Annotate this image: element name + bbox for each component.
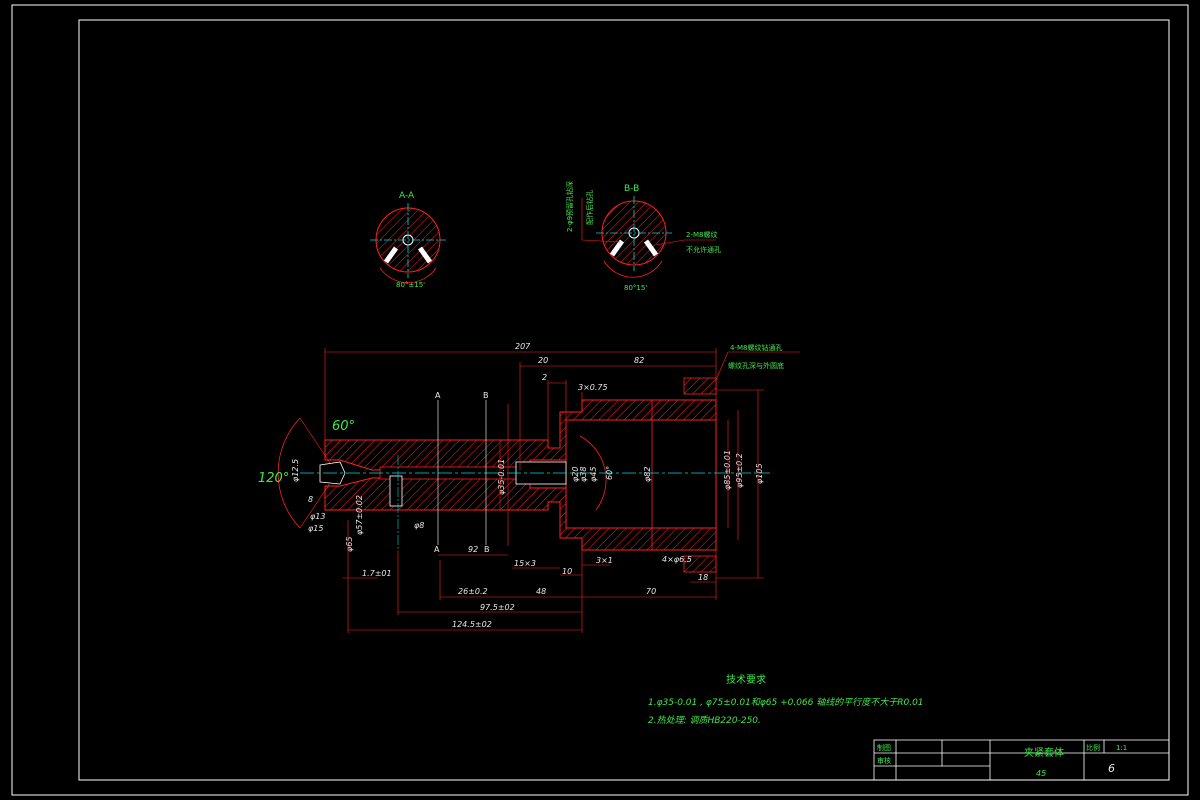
tech-line-2: 2.热处理: 调质HB220-250. <box>648 715 761 726</box>
tb-checked: 审核 <box>877 756 891 765</box>
dim-18: 18 <box>698 573 708 582</box>
bb-note-right-2: 不允许通孔 <box>686 245 721 254</box>
section-aa-angle: 80°±15' <box>396 281 425 289</box>
bb-note-left-1: 2-φ9预留孔钻深 <box>565 181 574 232</box>
dim-26: 26±0.2 <box>458 587 488 596</box>
dim-2: 2 <box>542 373 547 382</box>
tb-scale-label: 比例 <box>1086 743 1100 752</box>
dim-92: 92 <box>468 545 478 554</box>
dia-105: φ105 <box>755 463 764 484</box>
tb-scale-value: 1:1 <box>1116 744 1127 752</box>
section-view-bb: B-B 80°15' 2-φ9预留孔钻深 配作后钻孔 2-M8螺纹 不允许通孔 <box>565 181 721 292</box>
tb-sheet: 6 <box>1108 762 1115 775</box>
dim-82: 82 <box>634 356 644 365</box>
thread-note-2: 螺纹孔深与外圆底 <box>728 361 784 370</box>
tb-material: 45 <box>1036 769 1046 778</box>
dim-15x3: 15×3 <box>514 559 536 568</box>
dim-17: 1.7±01 <box>362 569 392 578</box>
dia-65: φ65 <box>345 537 354 552</box>
dim-3x1: 3×1 <box>596 556 613 565</box>
dia-15: φ15 <box>308 524 323 533</box>
section-bb-label: B-B <box>624 184 639 194</box>
dia-57: φ57±0.02 <box>355 495 364 535</box>
cut-b-top: B <box>483 391 489 400</box>
dim-975: 97.5±02 <box>480 603 515 612</box>
dia-85: φ85±0.01 <box>723 450 732 490</box>
dia-38: φ38 <box>579 467 588 482</box>
section-aa-label: A-A <box>399 191 415 201</box>
chamfer-3x075: 3×0.75 <box>578 383 608 392</box>
tech-title: 技术要求 <box>726 673 766 686</box>
cut-a-top: A <box>435 391 441 400</box>
bb-note-left-2: 配作后钻孔 <box>585 190 594 225</box>
bb-note-right-1: 2-M8螺纹 <box>686 230 717 239</box>
dia-82: φ82 <box>643 467 652 482</box>
tech-requirements: 技术要求 1.φ35-0.01 , φ75±0.01和φ65 +0.066 轴线… <box>648 673 924 726</box>
angle-60: 60° <box>332 419 355 434</box>
dim-1245: 124.5±02 <box>452 620 492 629</box>
tb-drawn: 制图 <box>877 743 891 752</box>
dia-13: φ13 <box>310 512 325 521</box>
angle-120: 120° <box>258 471 289 486</box>
angle-60-inner: 60° <box>605 466 614 480</box>
section-view-aa: A-A 80°±15' <box>370 191 446 289</box>
cut-a-bottom: A <box>434 545 440 554</box>
dia-8: φ8 <box>414 521 424 530</box>
dia-35: φ35-0.01 <box>497 459 506 495</box>
dim-70: 70 <box>646 587 656 596</box>
cad-drawing: A-A 80°±15' B-B 80°15' 2-φ9预留孔钻深 配作后钻孔 2… <box>11 4 1189 796</box>
dim-20: 20 <box>538 356 548 365</box>
main-section-view: A B A B 120° 60° 60° φ12.5 φ35-0.01 φ20 … <box>258 342 800 633</box>
tb-part-name: 夹紧套体 <box>1024 746 1064 759</box>
dia-45: φ45 <box>589 467 598 482</box>
dim-207: 207 <box>515 342 531 351</box>
dim-4ph65: 4×φ6.5 <box>662 555 692 564</box>
dim-10: 10 <box>562 567 572 576</box>
dim-48: 48 <box>536 587 546 596</box>
dia-125: φ12.5 <box>291 459 300 482</box>
dia-95: φ95±0.2 <box>735 453 744 488</box>
tech-line-1: 1.φ35-0.01 , φ75±0.01和φ65 +0.066 轴线的平行度不… <box>648 697 924 708</box>
cut-b-bottom: B <box>484 545 490 554</box>
section-bb-angle: 80°15' <box>624 284 647 292</box>
thread-note-1: 4-M8螺纹钻通孔 <box>730 343 782 352</box>
dim-8: 8 <box>308 495 313 504</box>
